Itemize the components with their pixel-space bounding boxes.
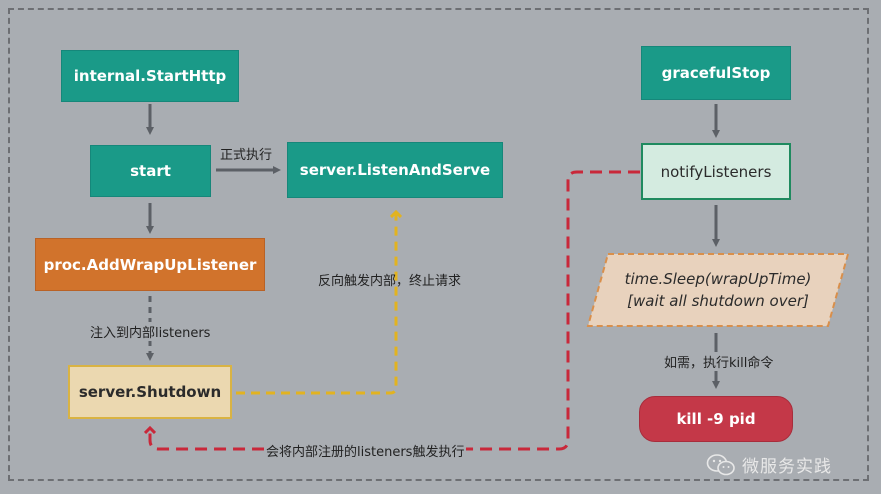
node-notify-listeners: notifyListeners <box>641 143 791 200</box>
wechat-icon <box>706 453 735 475</box>
sleep-line-2: [wait all shutdown over] <box>627 292 809 310</box>
node-start: start <box>90 145 211 197</box>
label-if-needed-kill: 如需，执行kill命令 <box>662 352 776 371</box>
sleep-line-1: time.Sleep(wrapUpTime) <box>624 270 812 288</box>
node-time-sleep: time.Sleep(wrapUpTime) [wait all shutdow… <box>586 252 850 328</box>
node-graceful-stop: gracefulStop <box>641 46 791 100</box>
node-listen-and-serve: server.ListenAndServe <box>287 142 503 198</box>
watermark-text: 微服务实践 <box>742 457 832 477</box>
watermark: 微服务实践 <box>706 452 832 477</box>
node-internal-start-http: internal.StartHttp <box>61 50 239 102</box>
node-add-wrapup-listener: proc.AddWrapUpListener <box>35 238 265 291</box>
label-trigger-registered: 会将内部注册的listeners触发执行 <box>264 441 467 460</box>
label-formal-exec: 正式执行 <box>220 148 273 163</box>
node-kill: kill -9 pid <box>639 396 793 442</box>
node-server-shutdown: server.Shutdown <box>68 365 232 419</box>
label-reverse-trigger: 反向触发内部，终止请求 <box>318 274 462 289</box>
label-inject: 注入到内部listeners <box>88 322 213 341</box>
